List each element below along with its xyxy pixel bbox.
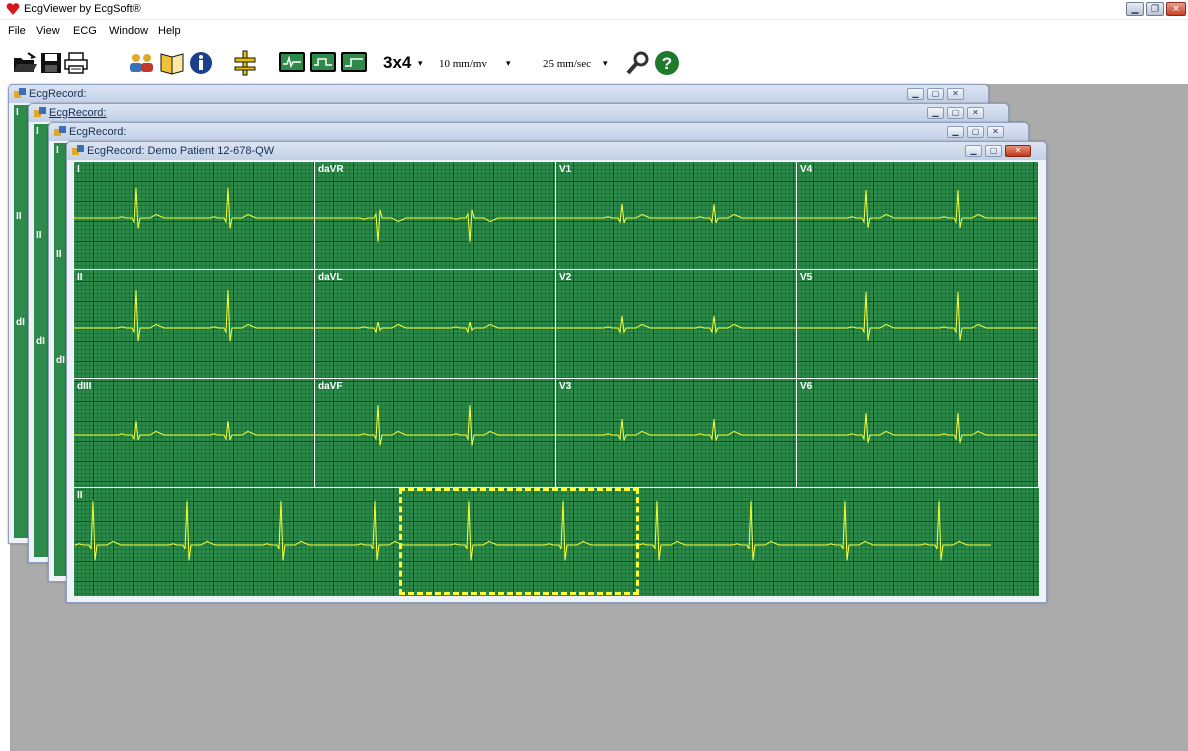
window-close-button[interactable]: ✕ [1005, 145, 1031, 157]
window-close-button[interactable]: ✕ [987, 126, 1004, 138]
print-icon[interactable] [63, 50, 89, 76]
window-title: EcgRecord: [69, 126, 127, 138]
app-title-bar: EcgViewer by EcgSoft® ▁ ❐ ✕ [0, 0, 1188, 20]
gain-selector[interactable]: 10 mm/mv [439, 58, 487, 70]
wave-mode-icon [283, 56, 301, 68]
lead-trace [556, 418, 796, 441]
menu-file[interactable]: File [8, 25, 26, 37]
lead-label: dI [36, 336, 45, 347]
close-icon: ✕ [1172, 3, 1180, 14]
svg-text:?: ? [662, 54, 672, 73]
lead-trace [315, 404, 555, 446]
window-close-button[interactable]: ✕ [947, 88, 964, 100]
window-title-bar[interactable]: EcgRecord: ▁ ▢ ✕ [49, 123, 1028, 141]
window-icon [72, 145, 84, 155]
menu-view[interactable]: View [36, 25, 60, 37]
window-icon [14, 88, 26, 98]
window-maximize-button[interactable]: ▢ [985, 145, 1002, 157]
grid-mode-button[interactable] [310, 52, 336, 72]
layout-dropdown-icon[interactable]: ▾ [418, 58, 423, 69]
lead-trace [556, 203, 796, 224]
restore-icon: ❐ [1150, 3, 1160, 14]
lead-label: II [56, 249, 62, 260]
save-icon[interactable] [38, 50, 64, 76]
caliper-icon[interactable] [232, 50, 258, 76]
help-icon[interactable]: ? [654, 50, 680, 76]
lead-label: I [36, 126, 39, 137]
selection-box[interactable] [399, 488, 639, 595]
minimize-button[interactable]: ▁ [1126, 2, 1144, 16]
layout-selector[interactable]: 3x4 [383, 53, 411, 73]
lead-label: I [16, 107, 19, 118]
lead-trace [797, 189, 1037, 228]
lead-label: I [56, 145, 59, 156]
window-close-button[interactable]: ✕ [967, 107, 984, 119]
window-title: EcgRecord: [49, 107, 107, 119]
window-minimize-button[interactable]: ▁ [907, 88, 924, 100]
info-icon[interactable] [188, 50, 214, 76]
window-title-bar[interactable]: EcgRecord: ▁ ▢ ✕ [29, 104, 1008, 122]
minimize-icon: ▁ [1131, 3, 1139, 14]
lead-trace [797, 291, 1037, 341]
lead-label: II [16, 211, 22, 222]
window-maximize-button[interactable]: ▢ [927, 88, 944, 100]
app-title: EcgViewer by EcgSoft® [24, 3, 141, 15]
menu-window[interactable]: Window [109, 25, 148, 37]
window-minimize-button[interactable]: ▁ [965, 145, 982, 157]
ecg-grid[interactable]: I daVR V1 V4 II daVL V2 V5 dIII daVF V3 … [73, 161, 1039, 596]
lead-label: dI [56, 355, 65, 366]
book-icon[interactable] [158, 50, 186, 76]
lead-trace [556, 315, 796, 334]
lead-trace [74, 289, 314, 342]
step-mode-icon [345, 58, 363, 67]
menu-ecg[interactable]: ECG [73, 25, 97, 37]
window-title-bar[interactable]: EcgRecord: Demo Patient 12-678-QW ▁ ▢ ✕ [67, 142, 1046, 160]
lead-trace [74, 420, 314, 441]
open-folder-icon[interactable] [12, 50, 38, 76]
lead-trace [797, 412, 1037, 443]
close-button[interactable]: ✕ [1166, 2, 1186, 16]
settings-icon[interactable] [624, 50, 652, 76]
window-title-bar[interactable]: EcgRecord: ▁ ▢ ✕ [9, 85, 988, 103]
menu-bar: File View ECG Window Help [0, 20, 1188, 44]
restore-button[interactable]: ❐ [1146, 2, 1164, 16]
lead-trace [315, 321, 555, 334]
menu-help[interactable]: Help [158, 25, 181, 37]
lead-trace [74, 187, 314, 229]
window-minimize-button[interactable]: ▁ [927, 107, 944, 119]
speed-selector[interactable]: 25 mm/sec [543, 58, 591, 70]
lead-label: dI [16, 317, 25, 328]
grid-mode-icon [314, 58, 332, 66]
lead-label: II [36, 230, 42, 241]
step-mode-button[interactable] [341, 52, 367, 72]
window-minimize-button[interactable]: ▁ [947, 126, 964, 138]
wave-mode-button[interactable] [279, 52, 305, 72]
window-icon [34, 107, 46, 117]
lead-trace [315, 209, 555, 243]
patients-icon[interactable] [127, 50, 157, 76]
window-icon [54, 126, 66, 136]
heart-icon [6, 3, 20, 16]
speed-dropdown-icon[interactable]: ▾ [603, 58, 608, 69]
gain-dropdown-icon[interactable]: ▾ [506, 58, 511, 69]
toolbar: 3x4 ▾ 10 mm/mv ▾ 25 mm/sec ▾ ? [0, 44, 1188, 84]
window-maximize-button[interactable]: ▢ [967, 126, 984, 138]
window-title: EcgRecord: Demo Patient 12-678-QW [87, 145, 275, 157]
window-maximize-button[interactable]: ▢ [947, 107, 964, 119]
window-title: EcgRecord: [29, 88, 87, 100]
